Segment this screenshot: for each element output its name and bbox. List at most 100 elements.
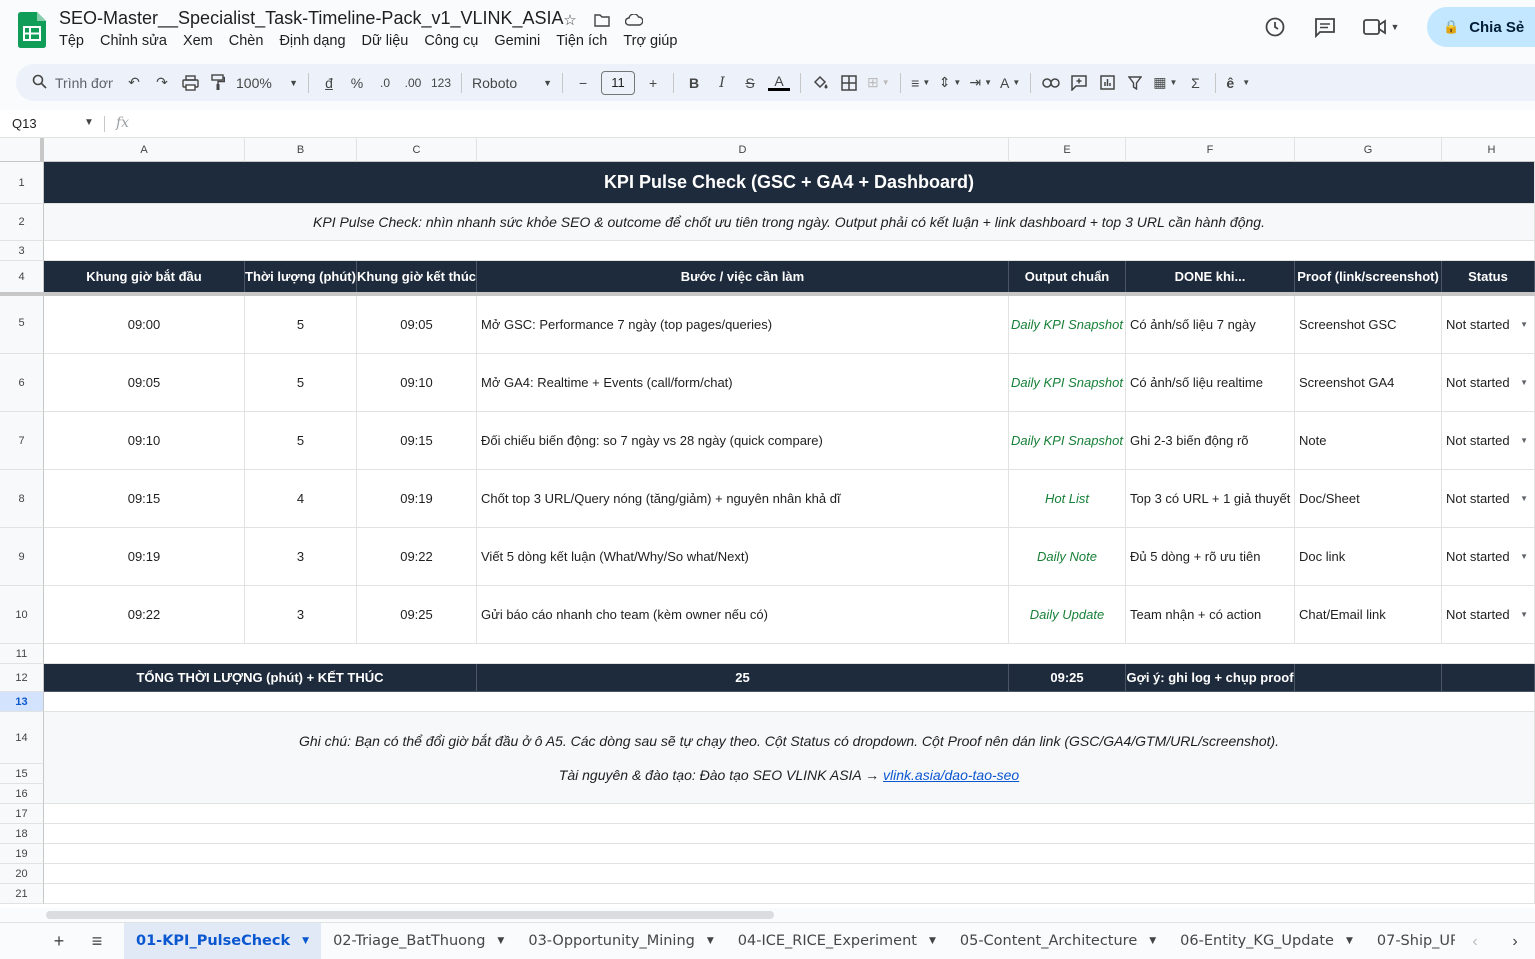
sheet-tab-ice-rice[interactable]: 04-ICE_RICE_Experiment ▼ (726, 923, 948, 959)
row-header-20[interactable]: 20 (0, 864, 44, 884)
insert-link-icon[interactable] (1037, 69, 1065, 97)
star-icon[interactable]: ☆ (560, 10, 580, 30)
row-header-2[interactable]: 2 (0, 204, 44, 241)
zoom-select[interactable]: 100% ▼ (232, 69, 302, 97)
empty-row[interactable] (44, 241, 1535, 261)
cell-start[interactable]: 09:15 (44, 470, 245, 528)
cell-done[interactable]: Top 3 có URL + 1 giả thuyết (1126, 470, 1295, 528)
filter-views-icon[interactable]: ▦ ▼ (1149, 69, 1181, 97)
row-header-10[interactable]: 10 (0, 586, 44, 644)
row-header-17[interactable]: 17 (0, 804, 44, 824)
cell-output[interactable]: Daily KPI Snapshot (1009, 354, 1126, 412)
sheet-tab-content-architecture[interactable]: 05-Content_Architecture ▼ (948, 923, 1168, 959)
training-link[interactable]: vlink.asia/dao-tao-seo (883, 767, 1019, 783)
empty-row[interactable] (44, 692, 1535, 712)
cell-end[interactable]: 09:22 (357, 528, 477, 586)
strikethrough-icon[interactable]: S (736, 69, 764, 97)
paint-format-icon[interactable] (204, 69, 232, 97)
chevron-left-icon[interactable]: ‹ (1472, 933, 1477, 951)
chevron-down-icon[interactable]: ▼ (497, 936, 504, 946)
menu-extensions[interactable]: Tiện ích (556, 33, 615, 49)
horizontal-align-icon[interactable]: ≡ ▼ (907, 69, 935, 97)
status-dropdown[interactable]: Not started ▼ (1442, 296, 1535, 354)
font-size-increase-button[interactable]: + (639, 69, 667, 97)
menu-view[interactable]: Xem (183, 33, 221, 49)
header-step[interactable]: Bước / việc cần làm (477, 261, 1009, 293)
banner-title[interactable]: KPI Pulse Check (GSC + GA4 + Dashboard) (44, 162, 1535, 204)
select-all-corner[interactable] (0, 138, 44, 162)
header-proof[interactable]: Proof (link/screenshot) (1295, 261, 1442, 293)
menu-help[interactable]: Trợ giúp (623, 33, 685, 49)
header-duration[interactable]: Thời lượng (phút) (245, 261, 357, 293)
cell-duration[interactable]: 5 (245, 354, 357, 412)
cell-proof[interactable]: Note (1295, 412, 1442, 470)
menu-search[interactable]: Trình đơn (28, 69, 120, 97)
spreadsheet-grid[interactable]: A B C D E F G H 1 2 3 4 5 6 7 8 9 10 11 … (0, 138, 1535, 908)
cell-end[interactable]: 09:15 (357, 412, 477, 470)
column-header-e[interactable]: E (1009, 138, 1126, 162)
share-button[interactable]: 🔒 Chia Sẻ (1427, 7, 1535, 47)
column-header-h[interactable]: H (1442, 138, 1535, 162)
row-header-13[interactable]: 13 (0, 692, 44, 712)
totals-empty-h[interactable] (1442, 664, 1535, 692)
column-header-a[interactable]: A (44, 138, 245, 162)
cell-start[interactable]: 09:10 (44, 412, 245, 470)
increase-decimal-button[interactable]: .00 (399, 69, 427, 97)
print-icon[interactable] (176, 69, 204, 97)
horizontal-scrollbar[interactable] (46, 911, 774, 919)
empty-row[interactable] (44, 844, 1535, 864)
totals-end-time[interactable]: 09:25 (1009, 664, 1126, 692)
cell-done[interactable]: Team nhận + có action (1126, 586, 1295, 644)
cell-step[interactable]: Gửi báo cáo nhanh cho team (kèm owner nế… (477, 586, 1009, 644)
row-header-3[interactable]: 3 (0, 241, 44, 261)
name-box[interactable]: Q13 (12, 116, 37, 131)
sheet-tab-kpi-pulsecheck[interactable]: 01-KPI_PulseCheck ▼ (124, 922, 322, 959)
row-header-9[interactable]: 9 (0, 528, 44, 586)
cell-end[interactable]: 09:10 (357, 354, 477, 412)
menu-tools[interactable]: Công cụ (424, 33, 486, 49)
cell-duration[interactable]: 5 (245, 296, 357, 354)
row-header-12[interactable]: 12 (0, 664, 44, 692)
undo-icon[interactable]: ↶ (120, 69, 148, 97)
menu-insert[interactable]: Chèn (229, 33, 272, 49)
status-dropdown[interactable]: Not started ▼ (1442, 354, 1535, 412)
menu-format[interactable]: Định dạng (279, 33, 353, 49)
text-rotation-icon[interactable]: A ▼ (996, 69, 1024, 97)
note-block[interactable]: Ghi chú: Bạn có thể đổi giờ bắt đầu ở ô … (44, 712, 1535, 804)
cell-proof[interactable]: Screenshot GA4 (1295, 354, 1442, 412)
cell-output[interactable]: Daily KPI Snapshot (1009, 296, 1126, 354)
row-header-5[interactable]: 5 (0, 293, 44, 354)
sheet-tab-triage[interactable]: 02-Triage_BatThuong ▼ (321, 923, 516, 959)
header-output[interactable]: Output chuẩn (1009, 261, 1126, 293)
header-end-time[interactable]: Khung giờ kết thúc (357, 261, 477, 293)
cloud-status-icon[interactable] (624, 10, 644, 30)
cell-start[interactable]: 09:19 (44, 528, 245, 586)
redo-icon[interactable]: ↷ (148, 69, 176, 97)
chevron-down-icon[interactable]: ▼ (1149, 936, 1156, 946)
text-wrapping-icon[interactable]: ⇥ ▼ (965, 69, 996, 97)
cell-start[interactable]: 09:00 (44, 296, 245, 354)
cell-end[interactable]: 09:25 (357, 586, 477, 644)
header-status[interactable]: Status (1442, 261, 1535, 293)
cell-duration[interactable]: 5 (245, 412, 357, 470)
font-size-input[interactable]: 11 (601, 70, 636, 95)
merge-cells-icon[interactable]: ⊞ ▼ (863, 69, 894, 97)
cell-step[interactable]: Viết 5 dòng kết luận (What/Why/So what/N… (477, 528, 1009, 586)
chevron-down-icon[interactable]: ▼ (707, 936, 714, 946)
totals-duration[interactable]: 25 (477, 664, 1009, 692)
chevron-down-icon[interactable]: ▼ (84, 117, 94, 128)
row-header-7[interactable]: 7 (0, 412, 44, 470)
cell-done[interactable]: Đủ 5 dòng + rõ ưu tiên (1126, 528, 1295, 586)
column-header-c[interactable]: C (357, 138, 477, 162)
cell-step[interactable]: Mở GSC: Performance 7 ngày (top pages/qu… (477, 296, 1009, 354)
row-header-19[interactable]: 19 (0, 844, 44, 864)
cell-start[interactable]: 09:22 (44, 586, 245, 644)
status-dropdown[interactable]: Not started ▼ (1442, 412, 1535, 470)
vertical-align-icon[interactable]: ⇕ ▼ (935, 69, 966, 97)
cell-output[interactable]: Daily KPI Snapshot (1009, 412, 1126, 470)
column-header-g[interactable]: G (1295, 138, 1442, 162)
empty-row[interactable] (44, 804, 1535, 824)
comments-icon[interactable] (1307, 9, 1343, 45)
font-family-select[interactable]: Roboto ▼ (468, 69, 556, 97)
cell-end[interactable]: 09:05 (357, 296, 477, 354)
